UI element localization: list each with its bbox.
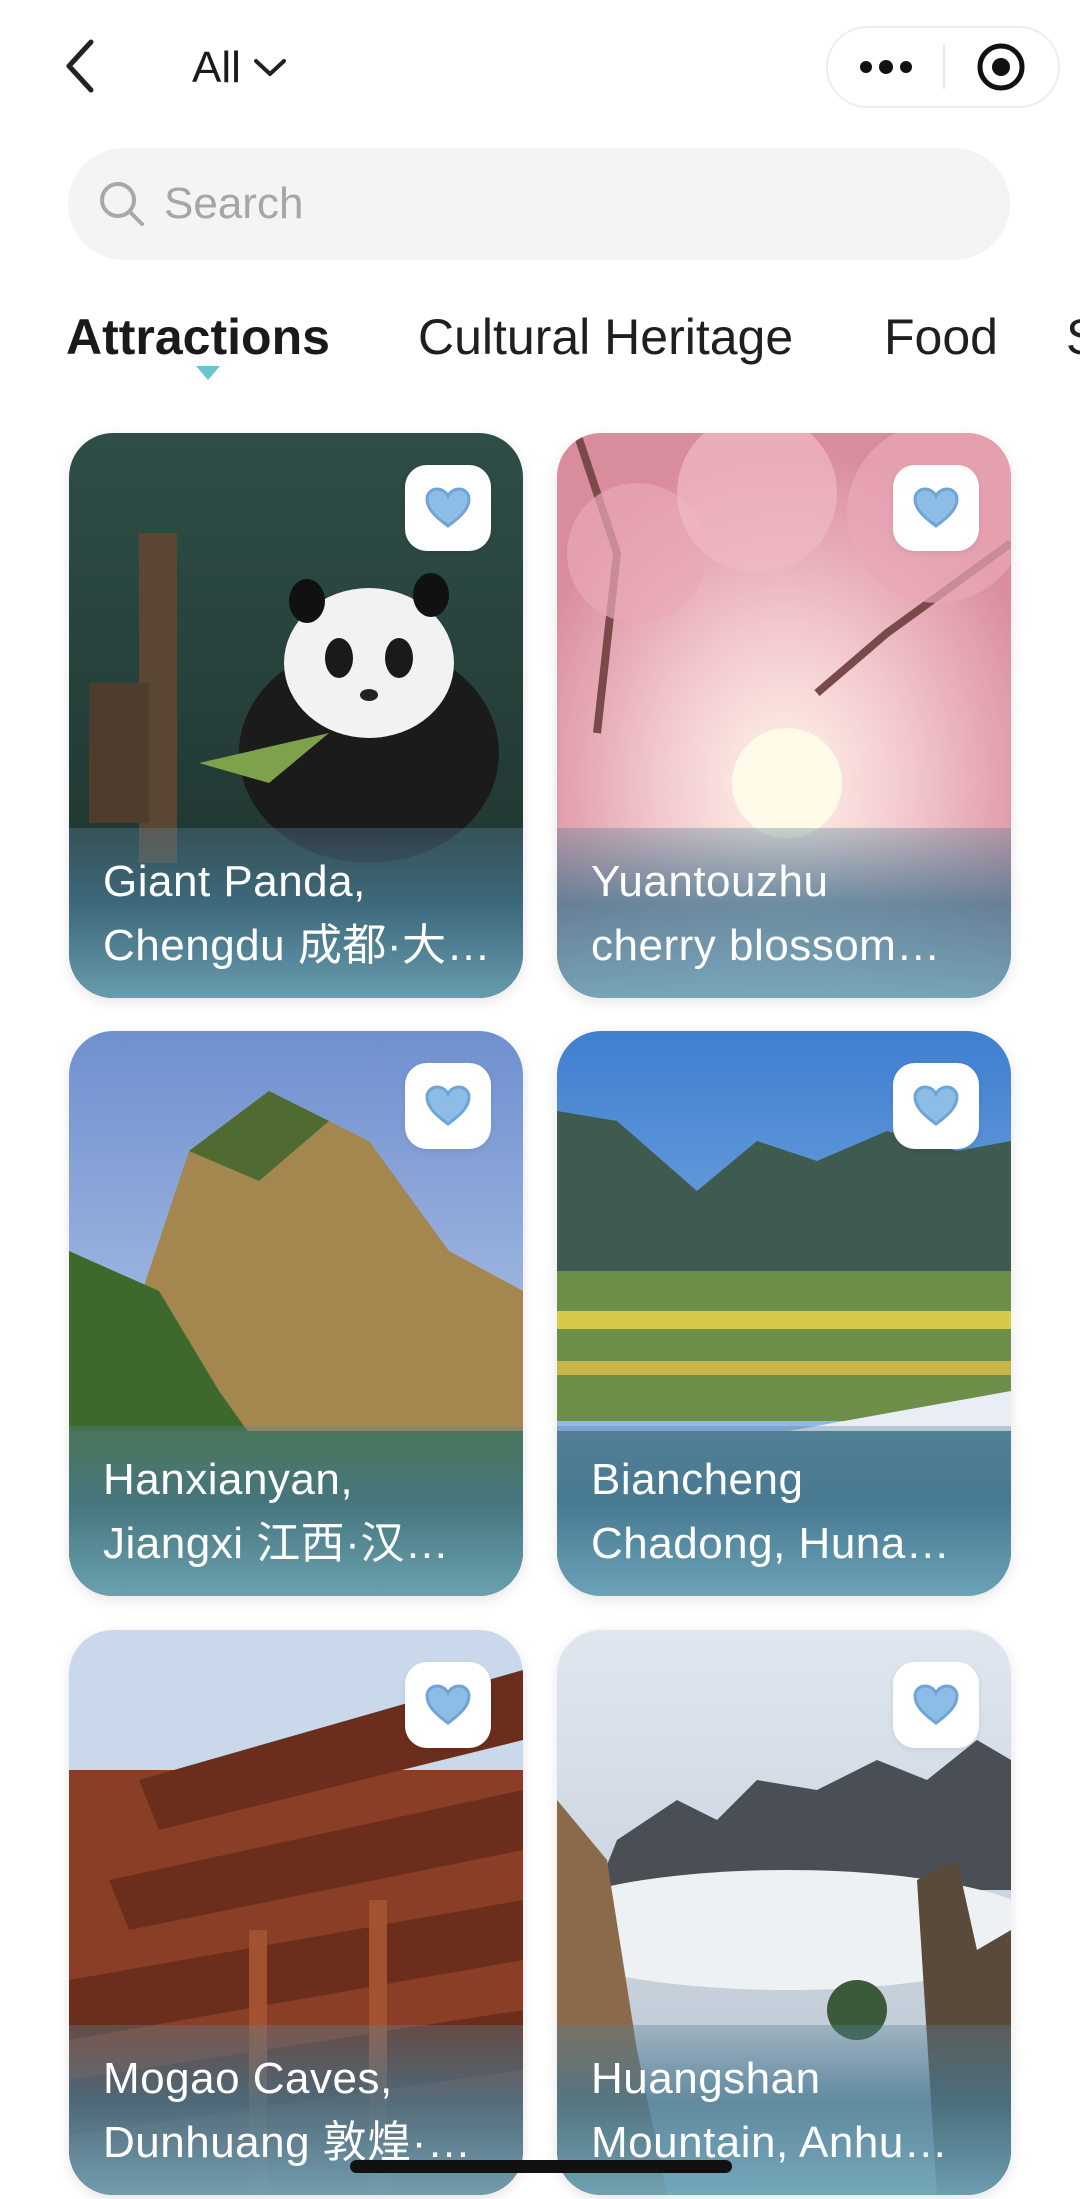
search-icon — [100, 182, 144, 226]
card-title-line2: cherry blossom… — [591, 921, 941, 970]
favorite-button[interactable] — [893, 1662, 979, 1748]
search-bar[interactable] — [68, 148, 1010, 260]
active-tab-indicator — [196, 366, 220, 380]
attraction-card[interactable]: Yuantouzhu cherry blossom… — [557, 433, 1011, 998]
chevron-left-icon — [66, 39, 94, 93]
card-caption: Biancheng Chadong, Huna… — [557, 1426, 1011, 1596]
attraction-card[interactable]: Giant Panda, Chengdu 成都·大… — [69, 433, 523, 998]
search-input[interactable] — [164, 179, 924, 229]
heart-icon — [425, 1085, 471, 1126]
card-title-line1: Mogao Caves, — [103, 2054, 393, 2103]
more-button[interactable] — [828, 28, 943, 106]
card-caption: Yuantouzhu cherry blossom… — [557, 828, 1011, 998]
tab-attractions[interactable]: Attractions — [66, 308, 330, 366]
card-title-line2: Chengdu 成都·大… — [103, 921, 491, 970]
chevron-down-icon — [253, 59, 286, 76]
card-caption: Hanxianyan, Jiangxi 江西·汉仙岩 — [69, 1426, 523, 1596]
tab-more-partial[interactable]: S — [1066, 308, 1080, 366]
filter-dropdown[interactable]: All — [192, 36, 287, 100]
card-title-line1: Hanxianyan, — [103, 1455, 354, 1504]
home-indicator — [350, 2160, 732, 2173]
favorite-button[interactable] — [893, 1063, 979, 1149]
card-caption: Giant Panda, Chengdu 成都·大… — [69, 828, 523, 998]
attraction-card[interactable]: Hanxianyan, Jiangxi 江西·汉仙岩 — [69, 1031, 523, 1596]
back-button[interactable] — [52, 38, 108, 94]
heart-icon — [425, 487, 471, 528]
top-bar: All — [0, 0, 1080, 135]
attraction-card[interactable]: Mogao Caves, Dunhuang 敦煌·… — [69, 1630, 523, 2195]
card-title-line2: Chadong, Huna… — [591, 1519, 951, 1568]
close-miniprogram-button[interactable] — [945, 28, 1058, 106]
favorite-button[interactable] — [405, 1662, 491, 1748]
mini-program-capsule — [826, 26, 1060, 108]
card-title-line1: Giant Panda, — [103, 857, 366, 906]
favorite-button[interactable] — [405, 465, 491, 551]
more-dots-icon — [859, 60, 912, 74]
heart-icon — [913, 1684, 959, 1725]
attraction-card[interactable]: Huangshan Mountain, Anhu… — [557, 1630, 1011, 2195]
card-title-line1: Biancheng — [591, 1455, 804, 1504]
heart-icon — [913, 1085, 959, 1126]
category-tabs: Attractions Cultural Heritage Food S — [0, 290, 1080, 400]
favorite-button[interactable] — [893, 465, 979, 551]
target-icon — [977, 43, 1025, 91]
attraction-card[interactable]: Biancheng Chadong, Huna… — [557, 1031, 1011, 1596]
heart-icon — [425, 1684, 471, 1725]
tab-food[interactable]: Food — [884, 308, 998, 366]
favorite-button[interactable] — [405, 1063, 491, 1149]
filter-label: All — [192, 43, 241, 92]
heart-icon — [913, 487, 959, 528]
tab-cultural-heritage[interactable]: Cultural Heritage — [418, 308, 793, 366]
card-title-line2: Jiangxi 江西·汉仙岩 — [103, 1519, 493, 1568]
card-title-line1: Huangshan — [591, 2054, 821, 2103]
card-title-line1: Yuantouzhu — [591, 857, 829, 906]
